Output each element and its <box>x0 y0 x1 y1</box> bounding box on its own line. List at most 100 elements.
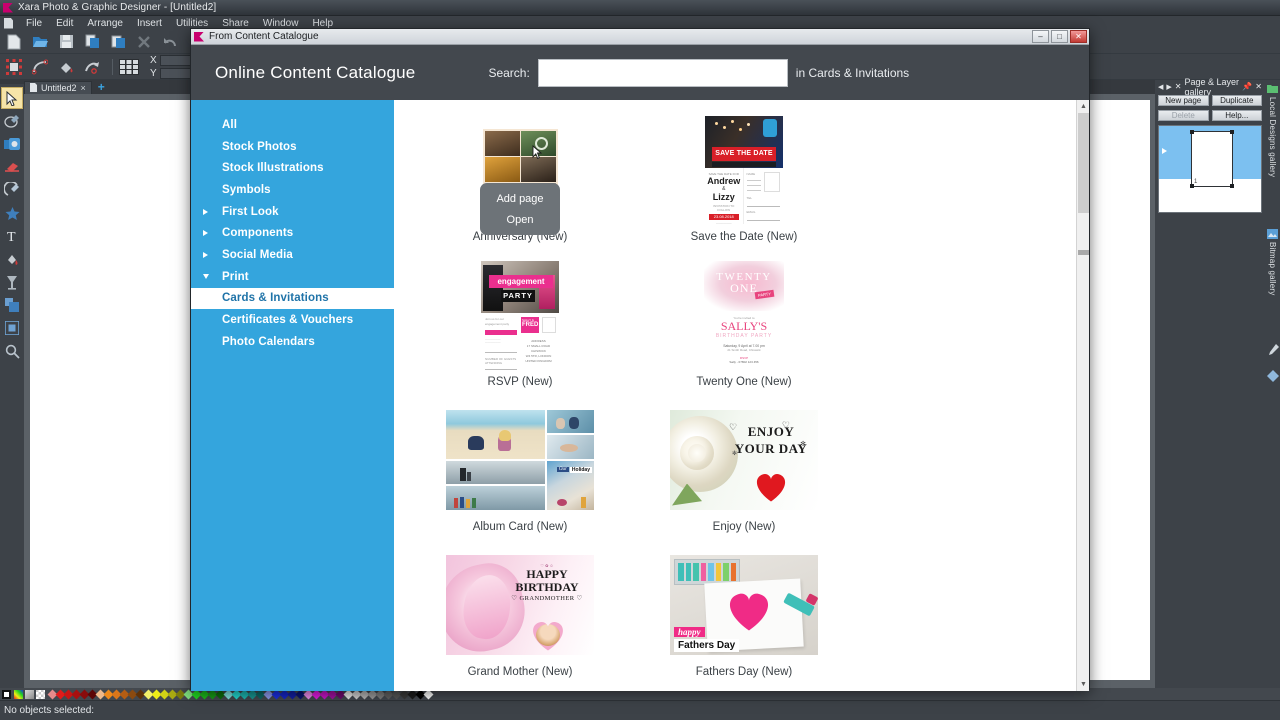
template-thumbnail-fathers-day[interactable]: happy Fathers Day <box>670 547 818 662</box>
panel-prev-icon[interactable]: ◀ <box>1158 83 1163 91</box>
clipart-photo-tool[interactable] <box>1 133 23 155</box>
template-thumbnail-twenty-one[interactable]: TWENTY ONE PARTY You're invited to SALLY… <box>704 257 784 372</box>
bitmap-gallery-tab[interactable]: Bitmap gallery <box>1265 225 1280 300</box>
new-tab-icon[interactable]: + <box>98 80 105 94</box>
template-caption: Enjoy (New) <box>713 521 776 533</box>
menu-window[interactable]: Window <box>256 18 306 29</box>
page-thumbnail[interactable]: 1 <box>1191 131 1233 187</box>
template-item[interactable]: Add pageOpenAnniversary (New) <box>408 112 632 257</box>
maximize-button[interactable]: □ <box>1051 30 1068 43</box>
photo-edit-tool[interactable] <box>1 110 23 132</box>
close-icon[interactable]: ✕ <box>1255 82 1262 91</box>
color-editor-icon[interactable] <box>14 690 23 699</box>
template-thumbnail-grand-mother[interactable]: ♡ ✿ ☺ HAPPY BIRTHDAY ♡ GRANDMOTHER ♡ <box>446 547 594 662</box>
new-document-icon[interactable] <box>3 32 25 52</box>
chevron-down-icon[interactable] <box>203 274 209 279</box>
grid-table-icon[interactable] <box>118 57 140 77</box>
new-page-button[interactable]: New page <box>1158 95 1209 106</box>
scroll-down-icon[interactable]: ▼ <box>1077 678 1089 691</box>
template-item[interactable]: engagement PARTY Join us for ourengageme… <box>408 257 632 402</box>
sidebar-item-all[interactable]: All <box>191 114 394 136</box>
no-color-swatch[interactable] <box>2 690 11 699</box>
local-designs-gallery-tab[interactable]: Local Designs gallery <box>1265 80 1280 181</box>
bevel-tool[interactable] <box>1 317 23 339</box>
minimize-button[interactable]: – <box>1032 30 1049 43</box>
search-input[interactable] <box>538 59 788 87</box>
chevron-right-icon[interactable] <box>203 252 208 258</box>
pin-icon[interactable]: 📌 <box>1242 82 1252 91</box>
menu-utilities[interactable]: Utilities <box>169 18 215 29</box>
page-thumbnail-list[interactable]: 1 <box>1158 125 1262 213</box>
help-button[interactable]: Help... <box>1212 110 1263 121</box>
transparent-swatch[interactable] <box>36 690 45 699</box>
copy-icon[interactable] <box>81 32 103 52</box>
template-item[interactable]: happy Fathers Day Fathers Day (New) <box>632 547 856 691</box>
template-item[interactable]: SAVE THE DATE SAVE THE DATE FOR Andrew &… <box>632 112 856 257</box>
image-icon <box>1267 229 1278 239</box>
paste-icon[interactable] <box>107 32 129 52</box>
menu-share[interactable]: Share <box>215 18 256 29</box>
selection-bounds-icon[interactable] <box>3 57 25 77</box>
dialog-close-button[interactable]: ✕ <box>1070 30 1087 43</box>
duplicate-button[interactable]: Duplicate <box>1212 95 1263 106</box>
template-item[interactable]: TWENTY ONE PARTY You're invited to SALLY… <box>632 257 856 402</box>
sidebar-item-components[interactable]: Components <box>191 222 394 244</box>
undo-icon[interactable] <box>159 32 181 52</box>
shadow-tool[interactable] <box>1 294 23 316</box>
template-thumbnail-rsvp[interactable]: engagement PARTY Join us for ourengageme… <box>481 257 559 372</box>
chevron-right-icon[interactable] <box>203 230 208 236</box>
fill-gallery-tab[interactable] <box>1265 340 1280 360</box>
menu-edit[interactable]: Edit <box>49 18 80 29</box>
panel-close-icon[interactable]: ✕ <box>1175 82 1182 91</box>
menu-insert[interactable]: Insert <box>130 18 169 29</box>
scrollbar-thumb[interactable] <box>1078 113 1089 213</box>
sidebar-item-print[interactable]: Print <box>191 266 394 288</box>
open-file-icon[interactable] <box>29 32 51 52</box>
sidebar-item-first-look[interactable]: First Look <box>191 201 394 223</box>
template-thumbnail-save-the-date[interactable]: SAVE THE DATE SAVE THE DATE FOR Andrew &… <box>705 112 783 227</box>
thumbnail-hover-menu[interactable]: Add pageOpen <box>480 183 560 235</box>
selector-tool[interactable] <box>1 87 23 109</box>
fill-bucket-icon[interactable] <box>55 57 77 77</box>
add-page-button[interactable]: Add page <box>496 189 543 209</box>
menu-file[interactable]: File <box>19 18 49 29</box>
template-item[interactable]: Our Holiday Album Card (New) <box>408 402 632 547</box>
template-thumbnail-album-card[interactable]: Our Holiday <box>446 402 594 517</box>
template-item[interactable]: ENJOY YOUR DAY ♡ ♡ ✻ ✻ Enjoy (New) <box>632 402 856 547</box>
transparency-tool[interactable] <box>1 271 23 293</box>
text-tool[interactable]: T <box>1 225 23 247</box>
name-gallery-tab[interactable] <box>1265 366 1280 386</box>
rotate-icon[interactable] <box>81 57 103 77</box>
template-thumbnail-anniversary[interactable]: Add pageOpen <box>483 112 558 227</box>
template-thumbnail-enjoy[interactable]: ENJOY YOUR DAY ♡ ♡ ✻ ✻ <box>670 402 818 517</box>
sidebar-item-certificates-vouchers[interactable]: Certificates & Vouchers <box>191 309 394 331</box>
sidebar-item-stock-photos[interactable]: Stock Photos <box>191 136 394 158</box>
shape-editor-tool[interactable] <box>1 179 23 201</box>
delete-icon[interactable] <box>133 32 155 52</box>
template-item[interactable]: ♡ ✿ ☺ HAPPY BIRTHDAY ♡ GRANDMOTHER ♡ Gra… <box>408 547 632 691</box>
document-tab-close-icon[interactable]: × <box>81 83 86 93</box>
page-and-layer-gallery-panel: ◀ ▶ ✕ Page & Layer gallery 📌 ✕ New page … <box>1155 80 1265 688</box>
curve-tool-icon[interactable] <box>29 57 51 77</box>
sidebar-item-symbols[interactable]: Symbols <box>191 179 394 201</box>
sidebar-item-social-media[interactable]: Social Media <box>191 244 394 266</box>
save-icon[interactable] <box>55 32 77 52</box>
eraser-tool[interactable] <box>1 156 23 178</box>
menu-arrange[interactable]: Arrange <box>80 18 130 29</box>
eyedropper-icon[interactable] <box>25 690 34 699</box>
dialog-title-bar: From Content Catalogue – □ ✕ <box>191 29 1089 45</box>
quickshape-star-tool[interactable] <box>1 202 23 224</box>
sidebar-item-photo-calendars[interactable]: Photo Calendars <box>191 331 394 353</box>
delete-button[interactable]: Delete <box>1158 110 1209 121</box>
sidebar-item-stock-illustrations[interactable]: Stock Illustrations <box>191 157 394 179</box>
open-button[interactable]: Open <box>507 210 534 230</box>
fill-tool[interactable] <box>1 248 23 270</box>
document-tab[interactable]: Untitled2 × <box>24 81 92 94</box>
menu-help[interactable]: Help <box>305 18 340 29</box>
content-scrollbar[interactable]: ▲ ▼ <box>1076 100 1089 691</box>
zoom-tool[interactable] <box>1 340 23 362</box>
panel-next-icon[interactable]: ▶ <box>1166 83 1171 91</box>
scroll-up-icon[interactable]: ▲ <box>1077 100 1089 113</box>
sidebar-item-cards-invitations[interactable]: Cards & Invitations <box>191 288 394 310</box>
chevron-right-icon[interactable] <box>203 209 208 215</box>
